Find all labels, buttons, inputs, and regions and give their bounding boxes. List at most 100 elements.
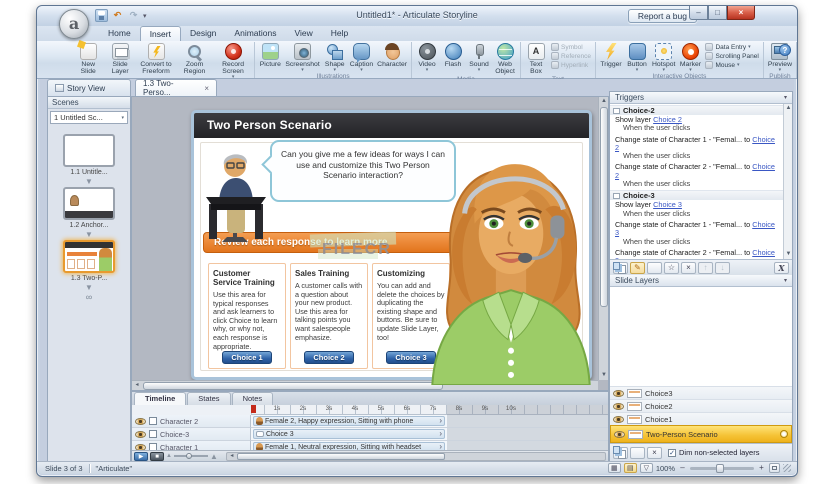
screenshot-button[interactable]: Screenshot ▾ [283,42,321,73]
close-button[interactable]: × [727,6,755,20]
layer-row-two-person-scenario-selected[interactable]: Two-Person Scenario [610,425,792,443]
tab-design[interactable]: Design [181,26,225,41]
checkbox-icon[interactable] [149,417,157,425]
minimize-button[interactable]: – [689,6,708,20]
playhead-marker[interactable] [251,405,256,413]
scroll-thumb[interactable] [236,452,445,460]
help-icon[interactable]: ? [779,44,791,56]
web-object-button[interactable]: Web Object [492,42,518,76]
trigger-item[interactable]: Show layer Choice 3 When the user clicks [610,200,783,219]
timeline-bar[interactable]: Female 2, Happy expression, Sitting with… [253,416,445,426]
move-trigger-up-button[interactable]: ↑ [698,261,713,274]
tab-home[interactable]: Home [99,26,140,41]
woman-character-illustration[interactable] [422,151,600,385]
scroll-thumb[interactable] [600,107,608,307]
layer-row-choice1[interactable]: Choice1 [610,412,792,425]
manage-variables-button[interactable]: X [774,261,789,274]
tab-animations[interactable]: Animations [225,26,285,41]
scrolling-panel-button[interactable]: Scrolling Panel [705,52,759,60]
eye-icon[interactable] [613,402,624,410]
timeline-bar[interactable]: Choice 3 › [253,429,445,439]
hotspot-button[interactable]: Hotspot ▾ [650,42,677,73]
choice-1-button[interactable]: Choice 1 [222,351,272,364]
move-trigger-down-button[interactable]: ↓ [715,261,730,274]
slide-thumbnail-1[interactable] [63,134,115,167]
maximize-button[interactable]: □ [708,6,727,20]
articulate-logo-icon[interactable]: a [59,9,89,39]
scroll-left-icon[interactable]: ◂ [227,452,237,461]
checkbox-icon[interactable] [149,443,157,450]
eye-icon[interactable] [613,389,624,397]
card-customer-service[interactable]: Customer Service Training Use this area … [208,263,286,369]
zoom-out-small-icon[interactable]: ▲ [166,453,172,459]
zoom-in-large-icon[interactable]: ▲ [210,452,218,461]
button-button[interactable]: Button ▾ [624,42,650,73]
eye-icon[interactable] [135,417,146,425]
scroll-down-icon[interactable]: ▼ [599,371,608,380]
scene-selector[interactable]: 1 Untitled Sc... ▾ [50,111,128,124]
edit-trigger-button[interactable] [630,261,645,274]
undo-icon[interactable]: ↶ [111,9,124,22]
scroll-down-icon[interactable]: ▼ [784,250,793,259]
zoom-slider[interactable] [690,463,754,473]
tab-insert[interactable]: Insert [139,26,181,41]
slide-thumbnail-3-selected[interactable] [63,240,115,273]
scroll-up-icon[interactable]: ▲ [599,97,608,106]
checkbox-checked-icon[interactable]: ✓ [668,448,676,457]
fit-to-window-icon[interactable] [769,463,780,473]
view-story-icon[interactable]: ▦ [607,463,621,473]
tab-view[interactable]: View [285,26,321,41]
qat-dropdown-icon[interactable]: ▾ [143,12,147,20]
copy-trigger-button[interactable] [647,261,662,274]
layer-row-choice3[interactable]: Choice3 [610,386,792,399]
data-entry-button[interactable]: Data Entry ▾ [705,43,758,51]
tab-notes[interactable]: Notes [231,392,274,405]
slide-layer-button[interactable]: Slide Layer [103,42,136,76]
save-icon[interactable] [95,9,108,22]
slider-thumb[interactable] [716,463,724,473]
play-button[interactable]: ▶ [134,451,148,461]
eye-icon[interactable] [135,430,146,438]
picture-button[interactable]: Picture [257,42,283,69]
choice-2-button[interactable]: Choice 2 [304,351,354,364]
trigger-group-choice3[interactable]: Choice-3 [610,190,783,201]
record-screen-button[interactable]: Record Screen ▾ [214,42,253,80]
resize-grip[interactable] [783,464,791,472]
card-sales-training[interactable]: Sales Training A customer calls with a q… [290,263,368,369]
new-slide-button[interactable]: New Slide [73,42,103,76]
character-button[interactable]: Character [375,42,409,69]
zoom-out-icon[interactable]: – [678,463,687,473]
slide-layers-panel-header[interactable]: Slide Layers ▾ [610,275,792,287]
slider-thumb[interactable] [185,453,192,459]
slide-stage[interactable]: Two Person Scenario Can you give me a fe… [191,110,592,385]
shape-button[interactable]: Shape ▾ [322,42,348,73]
view-filter-icon[interactable]: ▽ [639,463,653,473]
sound-button[interactable]: Sound ▾ [466,42,492,73]
slide-thumbnail-2[interactable] [63,187,115,220]
trigger-item[interactable]: Change state of Character 2 - "Femal... … [610,248,783,259]
view-slide-icon[interactable]: ▤ [623,463,637,473]
slide-document-tab[interactable]: 1.3 Two-Perso... × [135,79,217,97]
trigger-item[interactable]: Change state of Character 1 - "Femal... … [610,135,783,162]
slide-canvas[interactable]: Two Person Scenario Can you give me a fe… [131,96,609,391]
close-tab-icon[interactable]: × [204,84,209,93]
checkbox-icon[interactable] [149,430,157,438]
redo-icon[interactable]: ↷ [127,9,140,22]
tab-help[interactable]: Help [322,26,357,41]
scroll-left-icon[interactable]: ◂ [132,381,142,390]
timeline-bar[interactable]: Female 1, Neutral expression, Sitting wi… [253,442,445,450]
caption-button[interactable]: Caption ▾ [348,42,375,73]
timeline-zoom-slider[interactable] [173,453,208,459]
video-button[interactable]: Video ▾ [414,42,440,73]
layer-row-choice2[interactable]: Choice2 [610,399,792,412]
duplicate-layer-button[interactable] [630,446,645,459]
convert-to-freeform-button[interactable]: Convert to Freeform [137,42,176,76]
dim-layers-checkbox[interactable]: ✓ Dim non-selected layers [668,448,759,457]
mouse-button[interactable]: Mouse ▾ [705,61,758,69]
trigger-group-choice2[interactable]: Choice-2 [610,105,783,115]
delete-trigger-button[interactable]: × [681,261,696,274]
eye-icon[interactable] [614,430,625,438]
symbol-button[interactable]: Symbol [551,43,591,51]
tab-states[interactable]: States [187,392,231,405]
reference-button[interactable]: Reference [551,52,591,60]
